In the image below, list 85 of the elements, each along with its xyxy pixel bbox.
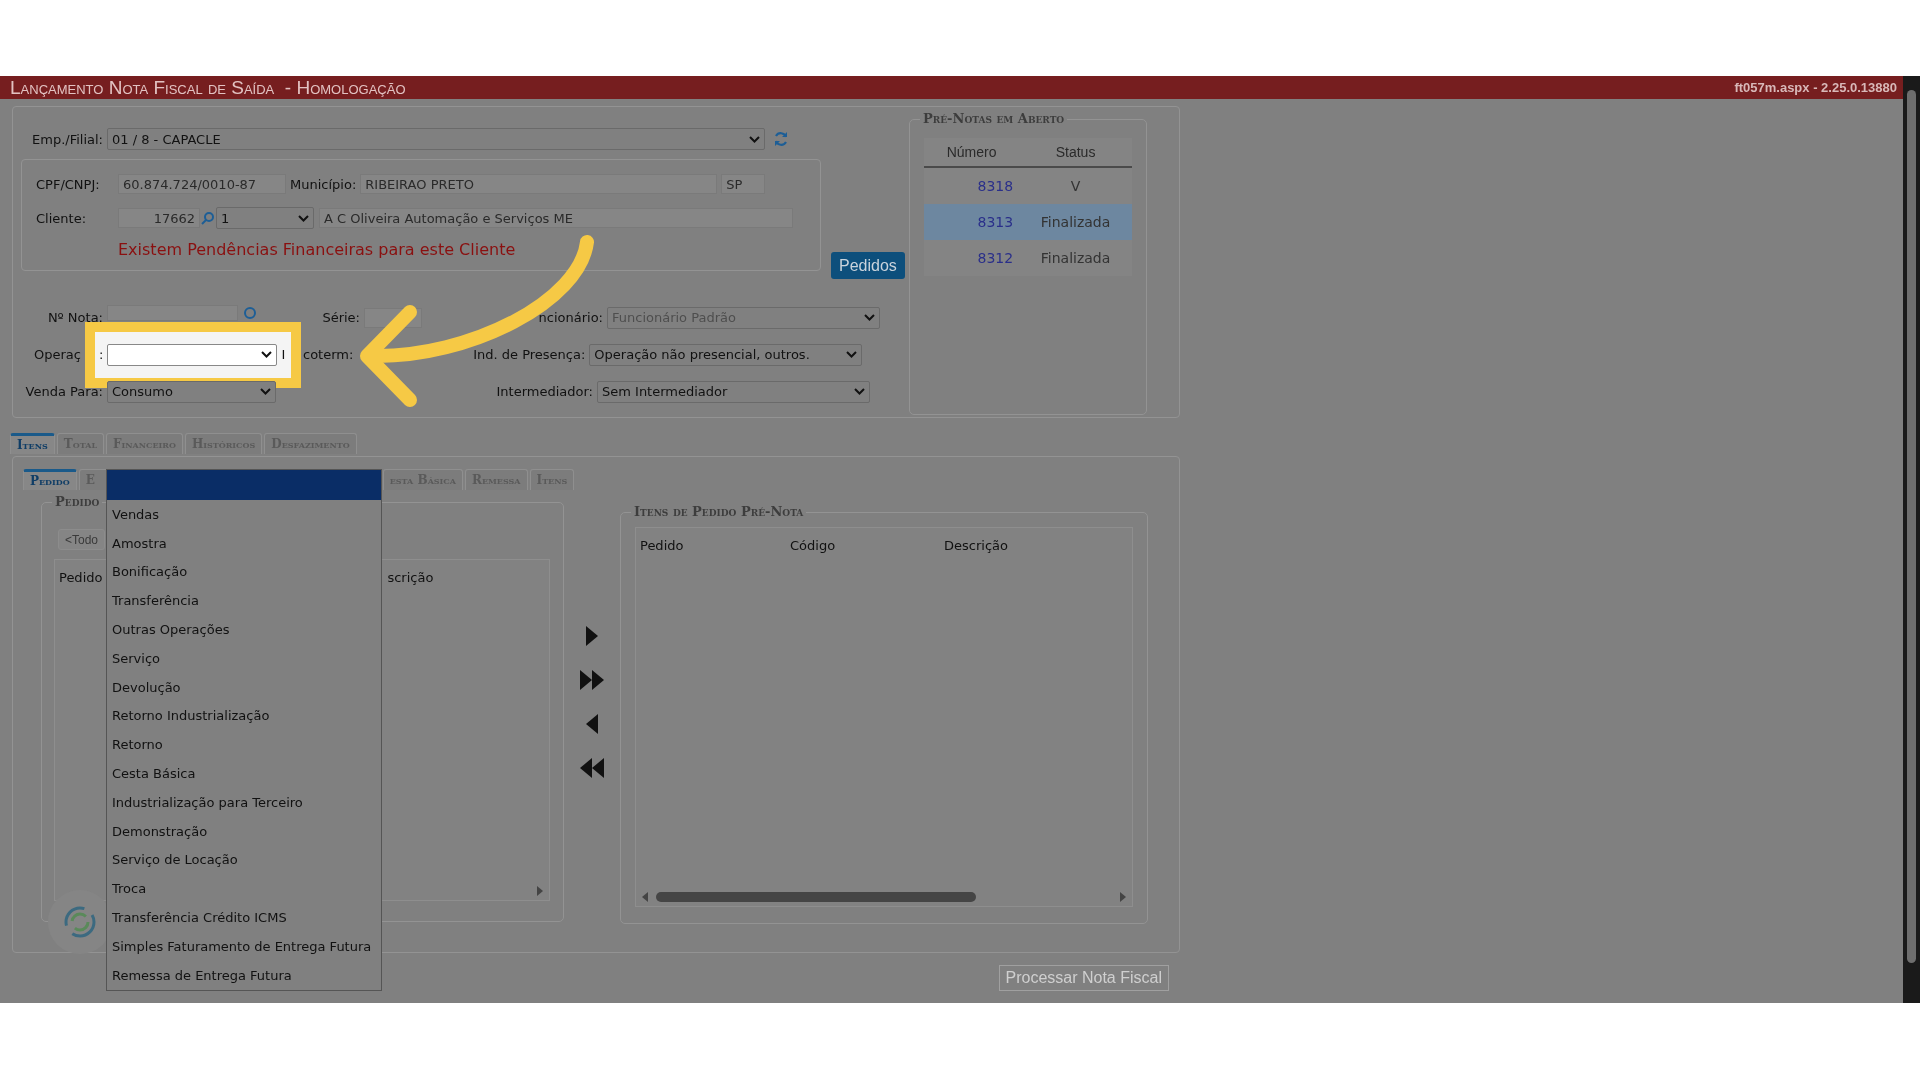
dropdown-option[interactable]: Retorno [107,730,381,760]
dropdown-option[interactable]: Bonificação [107,557,381,587]
scroll-right-icon[interactable] [1120,892,1126,902]
dropdown-option[interactable]: Outras Operações [107,615,381,644]
column-header: Código [790,538,837,553]
version-label: ft057m.aspx - 2.25.0.13880 [1734,80,1897,95]
field-label: Emp./Filial: [32,131,103,147]
field-label: CPF/CNPJ: [36,176,101,192]
dropdown-option[interactable]: Vendas [107,500,381,529]
dropdown-option[interactable]: Retorno Industrialização [107,701,381,731]
dropdown-option[interactable]: Cesta Básica [107,759,381,788]
scroll-right-icon[interactable] [537,886,543,896]
page-title: Lançamento Nota Fiscal de Saída - Homologação [10,76,406,99]
field-label: Ind. de Presença: [473,347,586,362]
panel-legend: Pedido [52,494,103,509]
scrollbar[interactable] [1903,76,1920,1003]
search-icon[interactable] [201,211,215,225]
chevron-down-icon [298,214,309,222]
table-cell-text: 8313 [976,214,1015,230]
tab[interactable]: Itens [10,433,55,454]
field-label: Venda Para: [25,384,103,399]
text-field[interactable]: RIBEIRAO PRETO [360,174,718,194]
text-field[interactable]: 17662 [118,208,200,228]
select-field[interactable] [107,343,278,366]
select-field[interactable]: 1 [216,207,314,229]
field-label: coterm: [303,347,354,362]
select-field[interactable]: Consumo [107,380,276,403]
dropdown-option[interactable]: Transferência Crédito ICMS [107,903,381,932]
panel-legend: Itens de Pedido Pré-Nota [631,504,807,519]
select-field[interactable]: Sem Intermediador [597,380,870,403]
column-header: Status [1054,144,1097,160]
table-cell-text: Finalizada [1039,214,1112,230]
filter-button[interactable]: <Todo [58,529,106,550]
dropdown-option[interactable]: Remessa de Entrega Futura [107,960,381,990]
scroll-left-icon[interactable] [642,892,648,902]
warning-message: Existem Pendências Financeiras para este Cliente [118,240,517,259]
dropdown-option[interactable]: Serviço [107,644,381,673]
table-cell-text: V [1069,178,1082,194]
column-header: Pedido [59,570,103,585]
text-field[interactable]: SP [721,174,766,194]
dropdown-option[interactable]: Demonstração [107,816,381,846]
table-cell-text: 8312 [976,250,1015,266]
chevron-down-icon [260,388,271,395]
select-field[interactable]: Operação não presencial, outros. [589,343,863,366]
search-icon[interactable] [243,305,257,320]
select-field[interactable]: 01 / 8 - CAPACLE [107,128,765,150]
table-cell-text: 8318 [976,178,1015,194]
refresh-icon[interactable] [773,131,789,147]
field-label: Nº Nota: [47,310,103,325]
chevron-down-icon [864,314,875,321]
pedidos-button[interactable]: Pedidos [831,252,905,279]
dropdown-option[interactable]: Transferência [107,586,381,616]
text-field[interactable] [107,304,238,321]
field-label: Operaç [34,347,81,362]
dropdown-option[interactable]: Serviço de Locação [107,845,381,875]
column-header: scrição [387,570,434,585]
text-field[interactable]: 60.874.724/0010-87 [118,174,286,194]
swirl-icon [62,904,98,940]
field-label: Município: [290,176,357,192]
scrollbar-thumb[interactable] [656,892,976,902]
chevron-down-icon [261,351,273,358]
chevron-down-icon [749,135,760,143]
column-header: Número [945,144,998,160]
tab[interactable]: Pedido [23,469,77,490]
field-label: Série: [322,310,360,325]
table-row[interactable]: 8313 Finalizada [924,204,1132,240]
chevron-down-icon [854,388,865,395]
move-all-right-icon[interactable] [580,670,604,690]
dropdown-option[interactable]: Troca [107,874,381,904]
field-label: ncionário: [538,310,603,325]
dropdown-option[interactable]: Amostra [107,528,381,558]
chevron-down-icon [846,351,858,358]
table-cell-text: Finalizada [1039,250,1112,266]
field-label: Cliente: [36,210,87,226]
field-label: : [99,347,104,362]
column-header: Pedido [640,538,685,553]
move-all-left-icon[interactable] [580,758,604,778]
column-header: Descrição [944,538,1008,553]
dropdown-option[interactable]: Devolução [107,672,381,702]
panel-legend: Pré-Notas em Aberto [920,111,1068,126]
dropdown-option[interactable]: Industrialização para Terceiro [107,787,381,817]
field-label: Intermediador: [496,384,593,399]
field-label: I [281,347,286,362]
text-field[interactable]: A C Oliveira Automação e Serviços ME [319,208,793,228]
dropdown-option[interactable]: Simples Faturamento de Entrega Futura [107,931,381,961]
